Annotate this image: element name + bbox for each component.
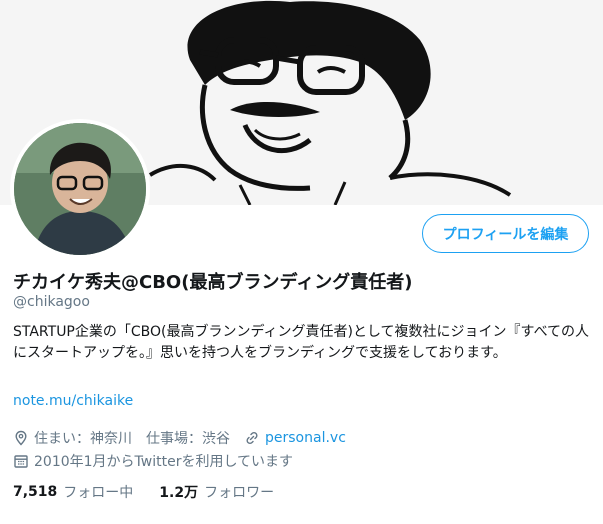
profile-meta-location-row: 住まい：神奈川 仕事場：渋谷 personal.vc [13,428,346,448]
avatar-photo [14,123,146,255]
followers-stat[interactable]: 1.2万 フォロワー [159,482,274,502]
link-icon [244,430,260,446]
display-name: チカイケ秀夫@CBO(最高ブランディング責任者) [13,272,413,293]
following-count: 7,518 [13,484,58,500]
following-stat[interactable]: 7,518 フォロー中 [13,482,133,502]
followers-count: 1.2万 [159,485,199,501]
handle: @chikagoo [13,294,90,310]
followers-label: フォロワー [204,485,275,501]
profile-stats: 7,518 フォロー中 1.2万 フォロワー [13,482,300,502]
website-link[interactable]: personal.vc [265,430,346,446]
location-pin-icon [13,430,29,446]
joined-text: 2010年1月からTwitterを利用しています [34,454,294,470]
bio-link[interactable]: note.mu/chikaike [13,393,133,409]
calendar-icon [13,453,29,469]
bio: STARTUP企業の「CBO(最高ブランンディング責任者)として複数社にジョイン… [13,324,590,361]
edit-profile-button[interactable]: プロフィールを編集 [422,214,589,253]
profile-meta-joined-row: 2010年1月からTwitterを利用しています [13,451,293,471]
following-label: フォロー中 [63,485,134,501]
avatar[interactable] [10,119,150,259]
location-text: 住まい：神奈川 仕事場：渋谷 [34,431,230,447]
